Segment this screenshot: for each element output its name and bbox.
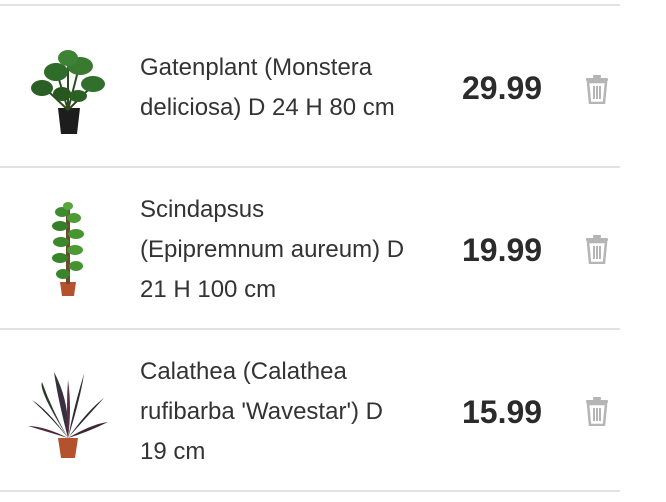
item-price: 29.99 [462,70,543,106]
trash-icon[interactable] [584,234,610,264]
item-title-line: (Epipremnum aureum) D [140,236,405,263]
cart-item: Gatenplant (Monstera deliciosa) D 24 H 8… [0,6,620,166]
monstera-plant-icon[interactable] [18,36,118,136]
item-title[interactable]: Gatenplant (Monstera deliciosa) D 24 H 8… [140,48,440,128]
calathea-plant-icon[interactable] [18,360,118,460]
item-title[interactable]: Calathea (Calathea rufibarba 'Wavestar')… [140,352,440,472]
item-title[interactable]: Scindapsus (Epipremnum aureum) D 21 H 10… [140,190,440,310]
item-title-line: deliciosa) D 24 H 80 cm [140,94,395,121]
trash-icon[interactable] [584,74,610,104]
item-title-line: 21 H 100 cm [140,276,277,303]
item-title-line: 19 cm [140,438,206,465]
cart-item: Calathea (Calathea rufibarba 'Wavestar')… [0,330,620,490]
item-price: 19.99 [462,232,543,268]
cart-item: Scindapsus (Epipremnum aureum) D 21 H 10… [0,168,620,328]
trash-icon[interactable] [584,396,610,426]
scindapsus-plant-icon[interactable] [18,198,118,298]
divider [0,490,620,492]
item-title-line: Scindapsus [140,196,265,223]
item-title-line: rufibarba 'Wavestar') D [140,398,384,425]
cart-item-list: Gatenplant (Monstera deliciosa) D 24 H 8… [0,0,666,502]
item-title-line: Calathea (Calathea [140,358,347,385]
item-price: 15.99 [462,394,543,430]
item-title-line: Gatenplant (Monstera [140,54,373,81]
